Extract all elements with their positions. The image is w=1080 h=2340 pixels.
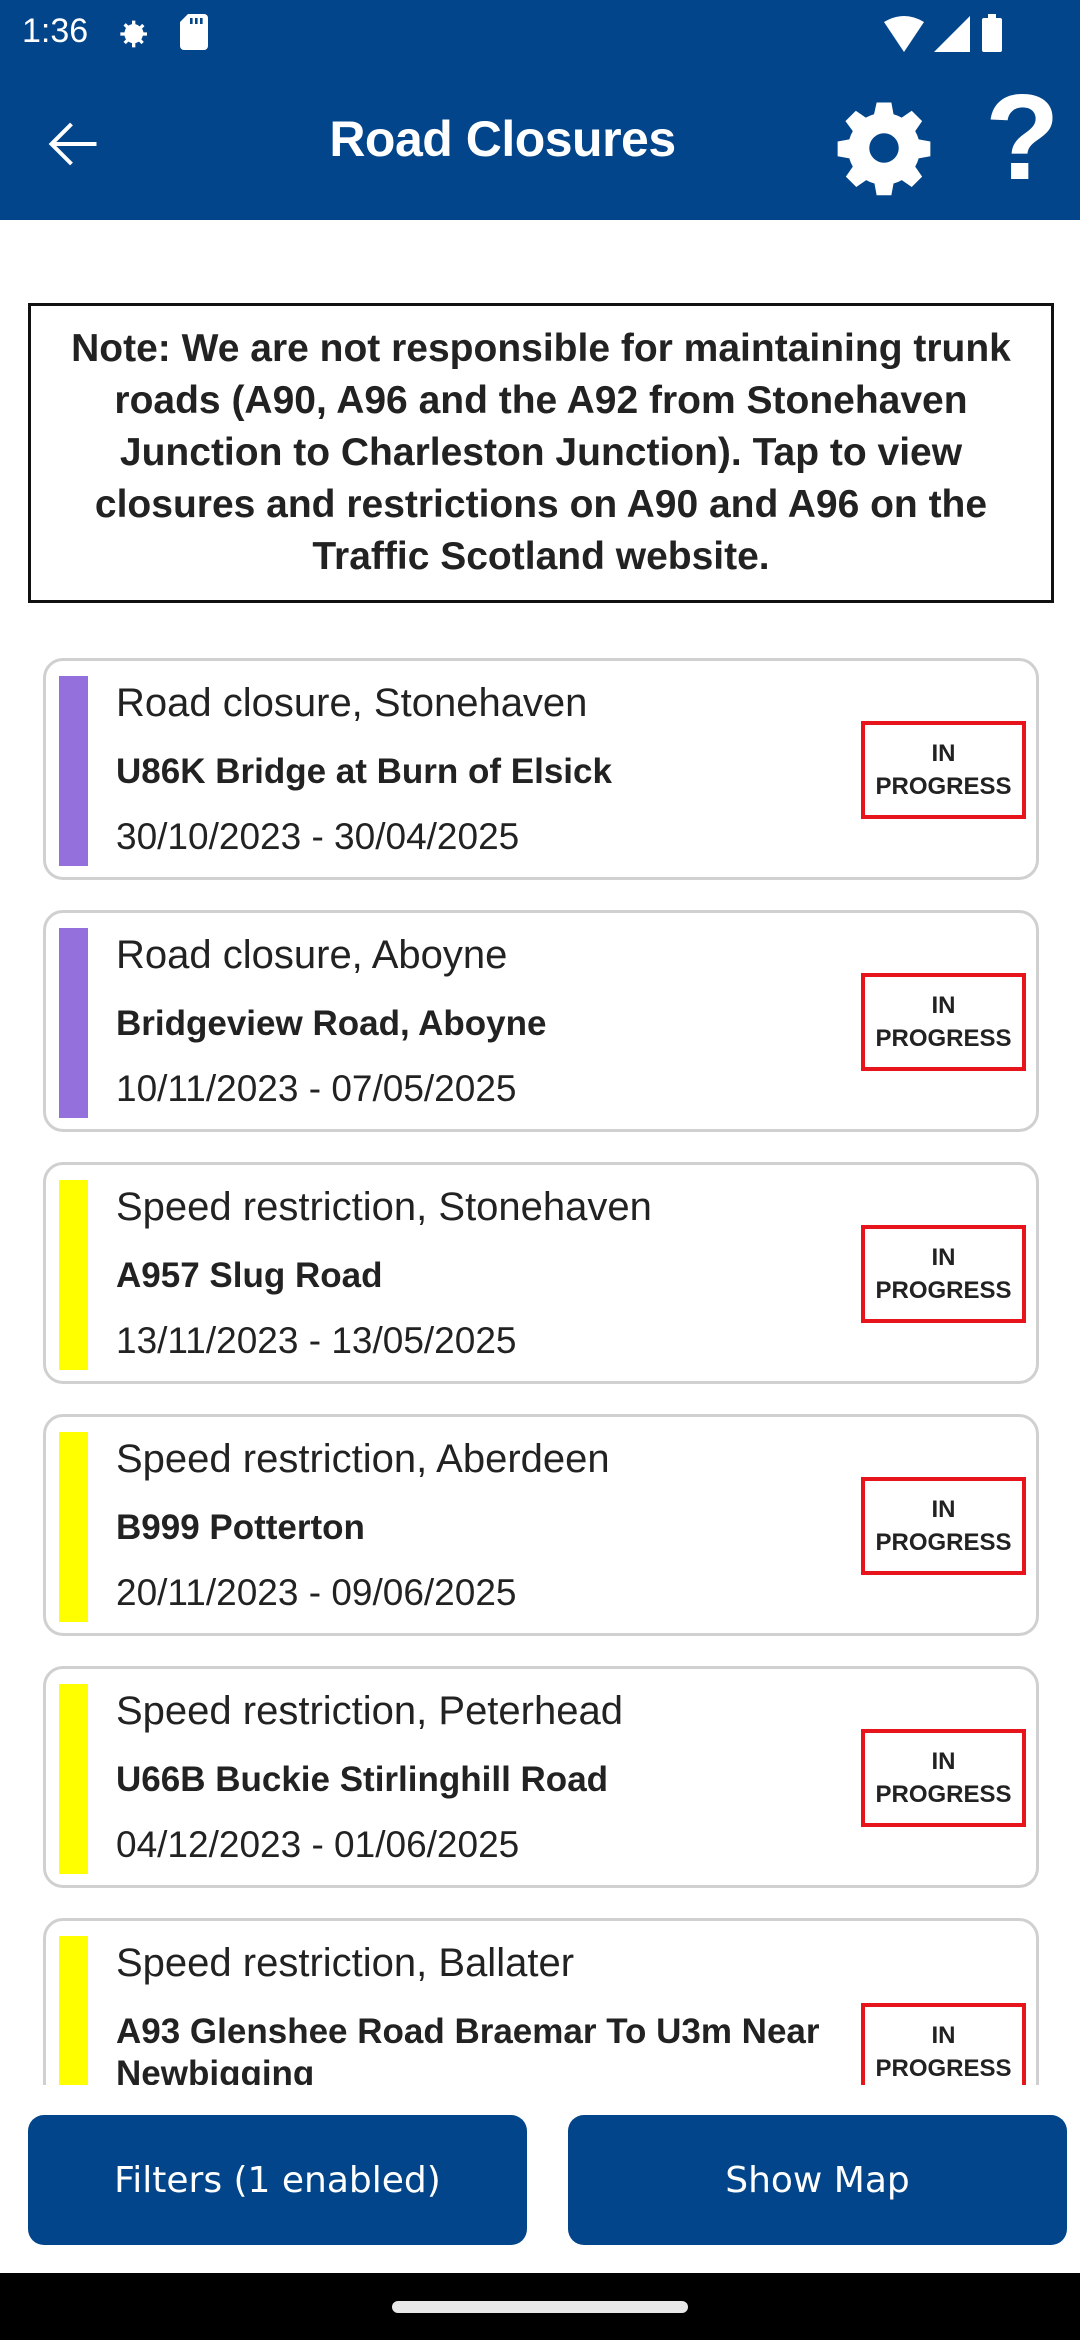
closure-road: U86K Bridge at Burn of Elsick <box>116 752 612 791</box>
badge-line1: IN <box>931 992 956 1019</box>
badge-line2: PROGRESS <box>875 773 1012 800</box>
cell-signal-icon <box>934 16 970 57</box>
closure-card[interactable]: Speed restriction, Aberdeen B999 Pottert… <box>43 1414 1039 1636</box>
note-text: Note: We are not responsible for maintai… <box>71 327 1011 578</box>
badge-line1: IN <box>931 1496 956 1523</box>
closure-road: A957 Slug Road <box>116 1256 383 1295</box>
closure-type-location: Road closure, Stonehaven <box>116 681 588 725</box>
closure-type-location: Road closure, Aboyne <box>116 933 508 977</box>
badge-line2: PROGRESS <box>875 2055 1012 2082</box>
status-badge: IN PROGRESS <box>861 2003 1026 2085</box>
closures-list[interactable]: Road closure, Stonehaven U86K Bridge at … <box>0 640 1080 2085</box>
status-time: 1:36 <box>22 12 89 50</box>
closure-road: B999 Potterton <box>116 1508 365 1547</box>
badge-line1: IN <box>931 1244 956 1271</box>
badge-line2: PROGRESS <box>875 1781 1012 1808</box>
badge-line1: IN <box>931 1748 956 1775</box>
closure-dates: 04/12/2023 - 01/06/2025 <box>116 1824 520 1865</box>
closure-road: A93 Glenshee Road Braemar To U3m Near Ne… <box>116 2012 820 2085</box>
closure-card[interactable]: Speed restriction, Peterhead U66B Buckie… <box>43 1666 1039 1888</box>
closure-road: Bridgeview Road, Aboyne <box>116 1004 547 1043</box>
category-color-bar <box>59 1432 88 1622</box>
category-color-bar <box>59 676 88 866</box>
home-gesture-handle[interactable] <box>392 2301 688 2313</box>
status-badge: IN PROGRESS <box>861 721 1026 819</box>
closure-type-location: Speed restriction, Aberdeen <box>116 1437 610 1481</box>
sd-card-icon <box>180 14 208 55</box>
help-button[interactable]: ? <box>985 76 1060 198</box>
closure-dates: 10/11/2023 - 07/05/2025 <box>116 1068 517 1109</box>
wifi-icon <box>884 16 924 57</box>
settings-gear-icon <box>112 14 152 59</box>
closure-dates: 13/11/2023 - 13/05/2025 <box>116 1320 517 1361</box>
app-bar: Road Closures ? <box>0 70 1080 220</box>
closure-card[interactable]: Speed restriction, Stonehaven A957 Slug … <box>43 1162 1039 1384</box>
closure-type-location: Speed restriction, Ballater <box>116 1941 575 1985</box>
category-color-bar <box>59 1684 88 1874</box>
status-badge: IN PROGRESS <box>861 1477 1026 1575</box>
settings-button[interactable] <box>832 96 936 200</box>
status-badge: IN PROGRESS <box>861 973 1026 1071</box>
closure-road: U66B Buckie Stirlinghill Road <box>116 1760 609 1799</box>
category-color-bar <box>59 1936 88 2085</box>
closure-card[interactable]: Road closure, Stonehaven U86K Bridge at … <box>43 658 1039 880</box>
show-map-label: Show Map <box>725 2159 910 2201</box>
trunk-roads-note[interactable]: Note: We are not responsible for maintai… <box>28 303 1054 603</box>
status-badge: IN PROGRESS <box>861 1729 1026 1827</box>
closure-dates: 30/10/2023 - 30/04/2025 <box>116 816 520 857</box>
filters-label: Filters (1 enabled) <box>114 2159 441 2201</box>
badge-line1: IN <box>931 740 956 767</box>
category-color-bar <box>59 1180 88 1370</box>
status-bar: 1:36 <box>0 0 1080 70</box>
closure-type-location: Speed restriction, Stonehaven <box>116 1185 652 1229</box>
badge-line2: PROGRESS <box>875 1025 1012 1052</box>
closure-card[interactable]: Speed restriction, Ballater A93 Glenshee… <box>43 1918 1039 2085</box>
closure-dates: 20/11/2023 - 09/06/2025 <box>116 1572 517 1613</box>
gear-icon <box>837 102 931 196</box>
closure-card[interactable]: Road closure, Aboyne Bridgeview Road, Ab… <box>43 910 1039 1132</box>
badge-line2: PROGRESS <box>875 1277 1012 1304</box>
closure-type-location: Speed restriction, Peterhead <box>116 1689 623 1733</box>
show-map-button[interactable]: Show Map <box>568 2115 1067 2245</box>
system-nav-bar <box>0 2273 1080 2340</box>
badge-line2: PROGRESS <box>875 1529 1012 1556</box>
status-badge: IN PROGRESS <box>861 1225 1026 1323</box>
filters-button[interactable]: Filters (1 enabled) <box>28 2115 527 2245</box>
category-color-bar <box>59 928 88 1118</box>
battery-icon <box>982 14 1002 57</box>
badge-line1: IN <box>931 2022 956 2049</box>
